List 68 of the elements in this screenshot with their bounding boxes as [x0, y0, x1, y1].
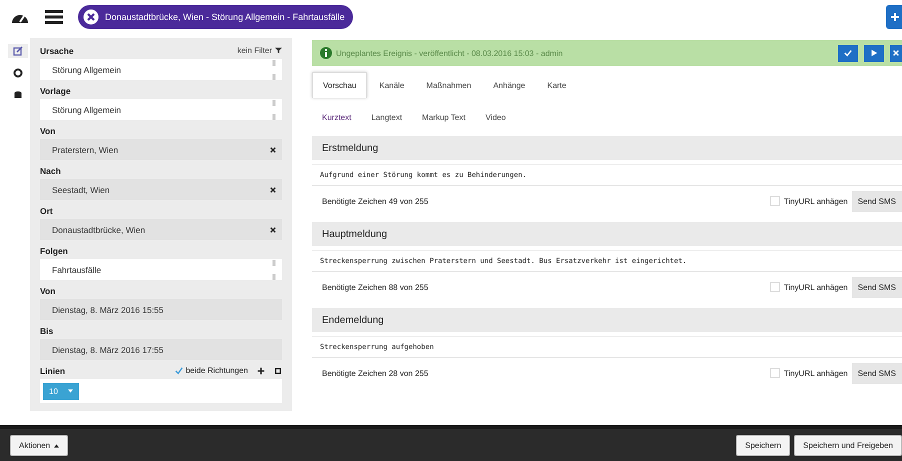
checkbox-label: TinyURL anhägen: [784, 368, 848, 378]
info-icon: [320, 47, 332, 59]
tab[interactable]: Kanäle: [369, 72, 414, 98]
tab[interactable]: Karte: [537, 72, 576, 98]
play-button[interactable]: [864, 44, 884, 62]
field-label: Vorlage: [40, 86, 71, 96]
close-icon[interactable]: [83, 9, 99, 25]
input-field[interactable]: Praterstern, Wien: [40, 139, 282, 160]
input-field[interactable]: Donaustadtbrücke, Wien: [40, 219, 282, 240]
input-field[interactable]: Dienstag, 8. März 2016 15:55: [40, 299, 282, 320]
character-count: Benötigte Zeichen 28 von 255: [322, 368, 428, 378]
close-button[interactable]: [890, 44, 902, 62]
open-tab[interactable]: Donaustadtbrücke, Wien - Störung Allgemein - Fahrtausfälle: [78, 5, 353, 29]
tab[interactable]: Maßnahmen: [416, 72, 482, 98]
checkbox[interactable]: [770, 282, 780, 292]
tab[interactable]: Kurztext: [312, 112, 362, 122]
select-field[interactable]: Störung Allgemein: [40, 99, 282, 120]
check-icon[interactable]: [174, 366, 183, 374]
select-field[interactable]: Störung Allgemein: [40, 59, 282, 80]
checkbox[interactable]: [770, 196, 780, 206]
list-icon[interactable]: [44, 9, 64, 25]
tab[interactable]: Langtext: [361, 112, 412, 122]
clear-icon[interactable]: [270, 226, 276, 232]
field-label: Ort: [40, 206, 53, 216]
field-label: Nach: [40, 166, 61, 176]
caret-icon: [54, 444, 60, 448]
tab[interactable]: Video: [475, 112, 516, 122]
filter-icon[interactable]: [275, 47, 282, 54]
field-label: Folgen: [40, 246, 68, 256]
checkbox-label: beide Richtungen: [186, 366, 248, 375]
clear-icon[interactable]: [270, 146, 276, 152]
checkbox-label: TinyURL anhägen: [784, 196, 848, 206]
edit-icon[interactable]: [8, 44, 28, 58]
filter-label: kein Filter: [237, 46, 272, 55]
field-label: Von: [40, 126, 56, 136]
tab[interactable]: Markup Text: [412, 112, 476, 122]
checkbox-label: TinyURL anhägen: [784, 282, 848, 292]
input-field[interactable]: Dienstag, 8. März 2016 17:55: [40, 339, 282, 360]
save-and-release-button[interactable]: Speichern und Freigeben: [794, 434, 902, 456]
character-count: Benötigte Zeichen 88 von 255: [322, 282, 428, 292]
tab[interactable]: Vorschau: [312, 72, 368, 98]
input-field[interactable]: Seestadt, Wien: [40, 179, 282, 200]
section-header[interactable]: Hauptmeldung: [312, 222, 902, 246]
status-text: Ungeplantes Ereignis - veröffentlicht - 08.03.2016 15:03 - admin: [336, 48, 563, 58]
add-button[interactable]: [886, 5, 902, 29]
tab[interactable]: Anhänge: [483, 72, 536, 98]
field-label: Von: [40, 286, 56, 296]
character-count: Benötigte Zeichen 49 von 255: [322, 196, 428, 206]
caret-icon[interactable]: [68, 389, 73, 393]
play-icon: [870, 49, 878, 57]
field-label: Linien: [40, 366, 66, 376]
field-label: Ursache: [40, 46, 74, 56]
actions-button[interactable]: Aktionen: [10, 434, 68, 456]
section-header[interactable]: Erstmeldung: [312, 136, 902, 160]
save-button[interactable]: Speichern: [736, 434, 790, 456]
close-icon: [892, 49, 900, 57]
select-field[interactable]: Fahrtausfälle: [40, 259, 282, 280]
clear-icon[interactable]: [270, 186, 276, 192]
field-label: Bis: [40, 326, 54, 336]
checkbox[interactable]: [770, 368, 780, 378]
confirm-button[interactable]: [838, 44, 858, 62]
section-header[interactable]: Endemeldung: [312, 308, 902, 332]
plus-icon: [890, 12, 900, 22]
add-icon[interactable]: [257, 366, 265, 374]
check-icon: [844, 49, 852, 57]
send-sms-button[interactable]: Send SMS: [852, 190, 902, 212]
send-sms-button[interactable]: Send SMS: [852, 276, 902, 298]
send-sms-button[interactable]: Send SMS: [852, 362, 902, 384]
